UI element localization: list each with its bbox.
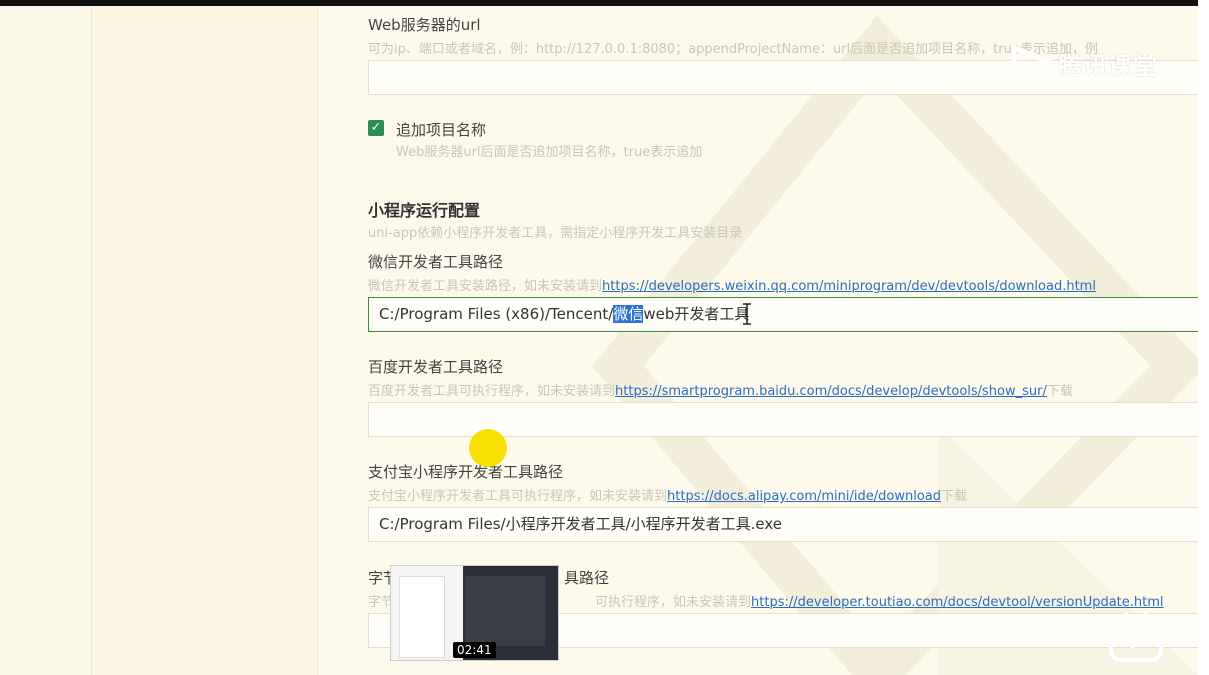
alipay-devtools-description: 支付宝小程序开发者工具可执行程序，如未安装请到https://docs.alip… xyxy=(368,489,968,504)
mouse-highlight xyxy=(469,429,507,467)
thumbnail-document xyxy=(399,576,445,658)
wechat-devtools-path-input[interactable]: C:/Program Files (x86)/Tencent/微信web开发者工… xyxy=(368,297,1198,332)
play-button-icon[interactable] xyxy=(1108,612,1164,662)
alipay-devtools-setting: 支付宝小程序开发者工具路径 支付宝小程序开发者工具可执行程序，如未安装请到htt… xyxy=(368,461,1198,542)
baidu-devtools-label: 百度开发者工具路径 xyxy=(368,358,504,376)
append-project-description: Web服务器url后面是否追加项目名称，true表示追加 xyxy=(396,145,703,160)
wechat-devtools-download-link[interactable]: https://developers.weixin.qq.com/minipro… xyxy=(602,279,1096,294)
watermark-text: 腾讯课堂 xyxy=(1058,52,1158,80)
wechat-devtools-setting: 微信开发者工具路径 微信开发者工具安装路径，如未安装请到https://deve… xyxy=(368,251,1198,332)
append-project-label: 追加项目名称 xyxy=(396,121,487,139)
miniprogram-config-description: uni-app依赖小程序开发者工具，需指定小程序开发工具安装目录 xyxy=(368,226,743,241)
video-preview-thumbnail[interactable]: 02:41 xyxy=(390,565,559,661)
thumbnail-dark-window xyxy=(465,576,545,646)
baidu-devtools-setting: 百度开发者工具路径 百度开发者工具可执行程序，如未安装请到https://sma… xyxy=(368,356,1198,437)
watermark-logo-icon xyxy=(1011,45,1053,79)
alipay-devtools-download-link[interactable]: https://docs.alipay.com/mini/ide/downloa… xyxy=(667,489,941,504)
miniprogram-config-section: 小程序运行配置 uni-app依赖小程序开发者工具，需指定小程序开发工具安装目录 xyxy=(368,197,1198,241)
toutiao-devtools-download-link[interactable]: https://developer.toutiao.com/docs/devto… xyxy=(751,595,1164,610)
tencent-classroom-watermark: 腾讯课堂 xyxy=(1010,42,1160,82)
text-cursor-icon xyxy=(743,303,751,325)
append-project-checkbox[interactable]: ✓ xyxy=(368,120,384,136)
alipay-devtools-path-input[interactable]: C:/Program Files/小程序开发者工具/小程序开发者工具.exe xyxy=(368,507,1198,542)
settings-sidebar xyxy=(92,6,318,675)
baidu-devtools-download-link[interactable]: https://smartprogram.baidu.com/docs/deve… xyxy=(615,384,1047,399)
baidu-devtools-description: 百度开发者工具可执行程序，如未安装请到https://smartprogram.… xyxy=(368,384,1073,399)
miniprogram-config-heading: 小程序运行配置 xyxy=(368,201,481,220)
web-server-url-label: Web服务器的url xyxy=(368,16,481,34)
wechat-devtools-label: 微信开发者工具路径 xyxy=(368,253,504,271)
left-panel xyxy=(0,6,92,675)
selected-text: 微信 xyxy=(613,305,644,323)
wechat-devtools-description: 微信开发者工具安装路径，如未安装请到https://developers.wei… xyxy=(368,279,1096,294)
video-timestamp: 02:41 xyxy=(453,642,496,658)
window-right-edge xyxy=(1198,0,1209,675)
